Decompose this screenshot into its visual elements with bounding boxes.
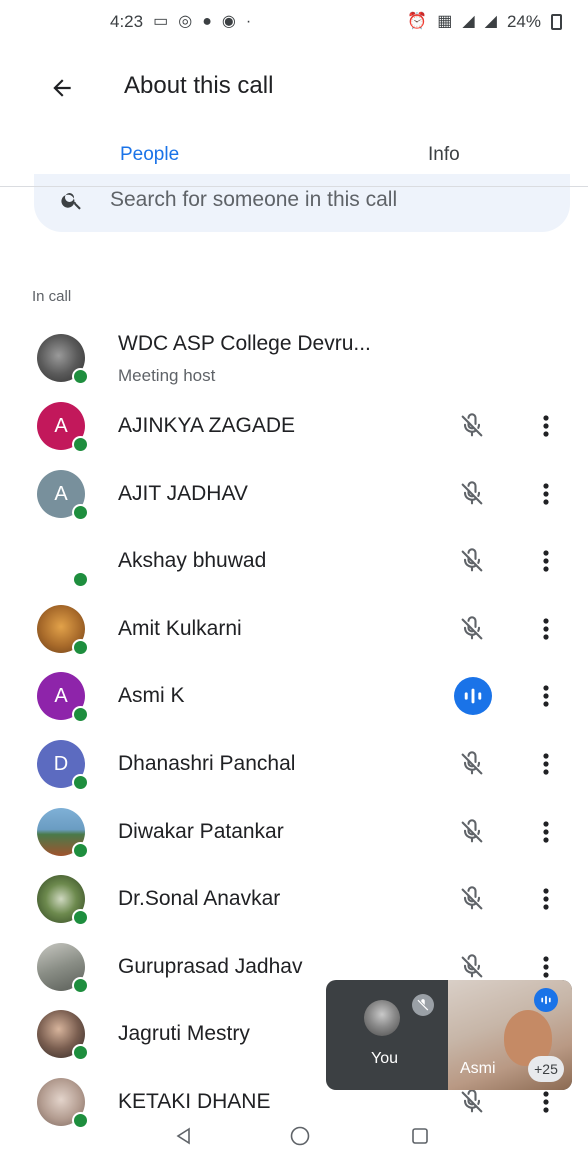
participant-name: AJINKYA ZAGADE	[118, 414, 295, 437]
search-input[interactable]: Search for someone in this call	[110, 188, 397, 212]
more-options-button[interactable]	[528, 541, 564, 581]
more-options-button[interactable]	[528, 879, 564, 919]
mic-off-icon[interactable]	[452, 812, 492, 852]
mic-off-icon[interactable]	[452, 406, 492, 446]
speaking-icon	[454, 677, 492, 715]
more-options-button[interactable]	[528, 744, 564, 784]
more-options-button[interactable]	[528, 676, 564, 716]
more-participants-badge: +25	[528, 1056, 564, 1082]
section-label-in-call: In call	[32, 288, 72, 305]
host-role: Meeting host	[118, 366, 216, 385]
participant-row[interactable]: D Dhanashri Panchal	[0, 731, 588, 797]
avatar-initial: A	[54, 482, 68, 505]
back-button[interactable]	[40, 68, 84, 108]
mic-off-icon	[412, 994, 434, 1016]
mic-off-icon[interactable]	[452, 744, 492, 784]
participant-name: AJIT JADHAV	[118, 482, 248, 505]
tab-people[interactable]: People	[120, 144, 179, 166]
triangle-back-icon	[176, 1127, 190, 1145]
online-indicator	[72, 368, 89, 385]
mic-off-icon[interactable]	[452, 609, 492, 649]
pip-self-tile[interactable]: You	[326, 980, 448, 1090]
participant-row[interactable]: A AJINKYA ZAGADE	[0, 393, 588, 459]
participant-row[interactable]: Diwakar Patankar	[0, 799, 588, 865]
facebook-icon: ●	[202, 13, 212, 30]
mic-off-icon[interactable]	[452, 879, 492, 919]
online-indicator	[72, 774, 89, 791]
status-right: ⏰ ▦ ◢ ◢ 24%	[407, 12, 562, 32]
more-options-button[interactable]	[528, 609, 564, 649]
search-field[interactable]: Search for someone in this call	[34, 174, 570, 232]
participant-row[interactable]: A Asmi K	[0, 663, 588, 729]
host-name: WDC ASP College Devru...	[118, 332, 371, 355]
participant-row-host[interactable]: WDC ASP College Devru... Meeting host	[0, 326, 588, 392]
online-indicator	[72, 909, 89, 926]
participant-row[interactable]: A AJIT JADHAV	[0, 461, 588, 527]
speaking-icon	[534, 988, 558, 1012]
online-indicator	[72, 977, 89, 994]
pip-speaker-label: Asmi	[460, 1060, 496, 1077]
circle-home-icon	[290, 1126, 310, 1146]
nav-home-button[interactable]	[280, 1120, 320, 1152]
status-left: 4:23 ▭ ◎ ● ◉ ·	[110, 12, 251, 32]
avatar-initial: D	[53, 752, 69, 775]
app-bar: About this call	[0, 56, 588, 120]
participant-name: Amit Kulkarni	[118, 617, 242, 640]
system-nav-bar	[0, 1110, 588, 1160]
mic-off-icon[interactable]	[452, 474, 492, 514]
more-options-button[interactable]	[528, 406, 564, 446]
dot-icon: ·	[245, 13, 252, 30]
signal-icon: ◢	[462, 13, 475, 30]
online-indicator	[72, 706, 89, 723]
mic-off-icon[interactable]	[452, 541, 492, 581]
more-options-button[interactable]	[528, 474, 564, 514]
avatar	[364, 1000, 400, 1036]
search-icon	[61, 193, 81, 210]
participant-name: Guruprasad Jadhav	[118, 955, 303, 978]
pip-speaker-tile[interactable]: Asmi +25	[448, 980, 572, 1090]
participant-name: Akshay bhuwad	[118, 549, 267, 572]
volte-icon: ▦	[437, 13, 453, 30]
avatar-initial: A	[54, 414, 68, 437]
avatar-initial: A	[54, 684, 68, 707]
participant-name: Asmi K	[118, 684, 185, 707]
participant-name: Jagruti Mestry	[118, 1022, 250, 1045]
status-time: 4:23	[110, 12, 144, 31]
nav-back-button[interactable]	[164, 1120, 204, 1152]
online-indicator	[72, 436, 89, 453]
tab-info[interactable]: Info	[428, 144, 460, 166]
nav-recents-button[interactable]	[400, 1120, 440, 1152]
status-bar: 4:23 ▭ ◎ ● ◉ · ⏰ ▦ ◢ ◢ 24%	[0, 0, 588, 44]
battery-icon	[551, 14, 562, 30]
online-indicator	[72, 842, 89, 859]
online-indicator	[72, 1044, 89, 1061]
tabs-divider	[0, 186, 588, 187]
online-indicator	[72, 571, 89, 588]
participant-name: Diwakar Patankar	[118, 820, 284, 843]
participant-name: Dr.Sonal Anavkar	[118, 887, 281, 910]
signal-2-icon: ◢	[484, 13, 497, 30]
online-indicator	[72, 504, 89, 521]
participant-row[interactable]: Amit Kulkarni	[0, 596, 588, 662]
participant-name: Dhanashri Panchal	[118, 752, 296, 775]
participant-row[interactable]: Dr.Sonal Anavkar	[0, 866, 588, 932]
whatsapp-icon: ◎	[178, 13, 193, 30]
chrome-icon: ◉	[221, 13, 236, 30]
arrow-back-icon	[53, 79, 71, 97]
more-options-button[interactable]	[528, 812, 564, 852]
participant-row[interactable]: Akshay bhuwad	[0, 528, 588, 594]
online-indicator	[72, 639, 89, 656]
page-title: About this call	[124, 72, 274, 99]
square-recents-icon	[412, 1128, 428, 1144]
call-preview-pip[interactable]: You Asmi +25	[326, 980, 572, 1090]
video-notification-icon: ▭	[153, 13, 169, 30]
battery-percent: 24%	[506, 12, 541, 31]
pip-self-label: You	[371, 1050, 398, 1067]
alarm-icon: ⏰	[407, 13, 428, 30]
